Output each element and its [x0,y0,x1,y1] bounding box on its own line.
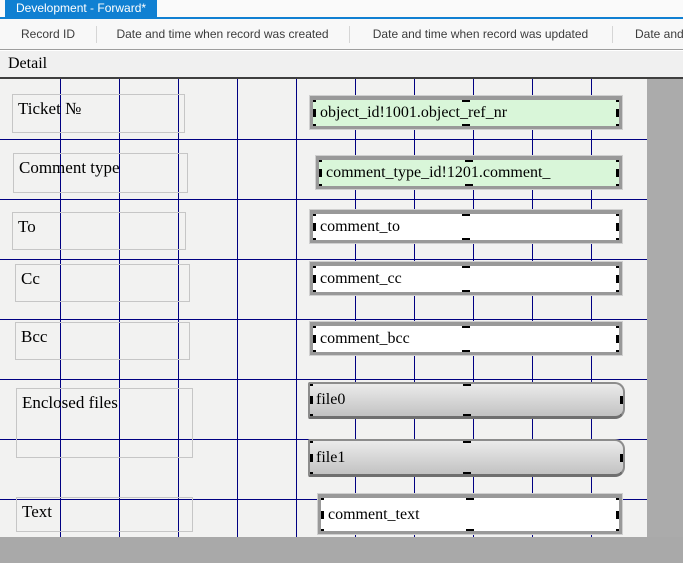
selection-handle[interactable] [463,382,471,386]
field-object-ref-nr[interactable]: object_id!1001.object_ref_nr [310,96,622,129]
grid-line-horizontal [0,139,647,140]
selection-handle[interactable] [308,472,313,477]
grid-line-horizontal [0,379,647,380]
selection-handle[interactable] [310,335,316,343]
grid-line-vertical [296,79,297,537]
tab-development-forward[interactable]: Development - Forward* [5,0,157,17]
grid-line-horizontal [0,259,647,260]
selection-handle[interactable] [466,529,474,534]
grid-line-vertical [119,79,120,537]
selection-handle[interactable] [616,96,622,102]
selection-handle[interactable] [308,396,313,404]
field-comment-text[interactable]: comment_text [318,494,622,534]
column-header-updated[interactable]: Date and time when record was updated [349,19,612,50]
selection-handle[interactable] [620,454,625,462]
selection-handle[interactable] [616,184,622,189]
selection-handle[interactable] [318,529,324,534]
selection-handle[interactable] [310,109,316,117]
selection-handle[interactable] [466,494,474,500]
field-comment-type[interactable]: comment_type_id!1201.comment_ [316,156,622,189]
column-header-row: Record ID Date and time when record was … [0,19,683,50]
band-label[interactable]: Detail [8,55,47,73]
grid-line-horizontal [0,199,647,200]
label-enclosed-files[interactable]: Enclosed files [16,388,193,458]
selection-handle[interactable] [310,275,316,283]
selection-handle[interactable] [308,439,313,443]
selection-handle[interactable] [463,472,471,477]
label-comment-type[interactable]: Comment type [13,153,188,193]
grid-line-vertical [178,79,179,537]
selection-handle[interactable] [462,124,470,129]
selection-handle[interactable] [616,494,622,500]
selection-handle[interactable] [616,335,622,343]
label-cc[interactable]: Cc [15,264,190,302]
selection-handle[interactable] [462,290,470,295]
selection-handle[interactable] [462,96,470,102]
field-comment-to[interactable]: comment_to [310,210,622,243]
label-text[interactable]: Text [16,497,193,532]
grid-line-vertical [60,79,61,537]
grid-line-vertical [237,79,238,537]
selection-handle[interactable] [463,414,471,419]
selection-handle[interactable] [462,350,470,355]
label-bcc[interactable]: Bcc [15,322,190,360]
selection-handle[interactable] [616,275,622,283]
selection-handle[interactable] [308,454,313,462]
column-header-clipped[interactable]: Date and [612,19,683,50]
selection-handle[interactable] [308,414,313,419]
selection-handle[interactable] [310,322,316,328]
selection-handle[interactable] [316,184,322,189]
selection-handle[interactable] [463,439,471,443]
selection-handle[interactable] [310,124,316,129]
selection-handle[interactable] [616,238,622,243]
selection-handle[interactable] [616,290,622,295]
selection-handle[interactable] [616,124,622,129]
selection-handle[interactable] [310,210,316,216]
column-header-created[interactable]: Date and time when record was created [96,19,349,50]
field-comment-bcc[interactable]: comment_bcc [310,322,622,355]
selection-handle[interactable] [616,109,622,117]
detail-band-row: Detail [0,52,683,77]
selection-handle[interactable] [318,494,324,500]
selection-handle[interactable] [616,223,622,231]
selection-handle[interactable] [465,156,473,162]
selection-handle[interactable] [310,223,316,231]
label-to[interactable]: To [12,212,186,250]
selection-handle[interactable] [462,238,470,243]
tab-bar: Development - Forward* [0,0,683,19]
field-file1[interactable]: file1 [308,439,625,477]
canvas-outside-bottom [0,537,683,563]
column-header-record-id[interactable]: Record ID [0,19,96,50]
selection-handle[interactable] [616,322,622,328]
grid-line-horizontal [0,319,647,320]
field-comment-cc[interactable]: comment_cc [310,262,622,295]
selection-handle[interactable] [616,156,622,162]
selection-handle[interactable] [310,290,316,295]
label-ticket-number[interactable]: Ticket № [12,94,185,133]
selection-handle[interactable] [616,169,622,177]
selection-handle[interactable] [316,156,322,162]
selection-handle[interactable] [310,96,316,102]
selection-handle[interactable] [316,169,322,177]
selection-handle[interactable] [616,350,622,355]
field-file0[interactable]: file0 [308,382,625,419]
selection-handle[interactable] [616,210,622,216]
selection-handle[interactable] [465,184,473,189]
selection-handle[interactable] [620,396,625,404]
selection-handle[interactable] [310,262,316,268]
selection-handle[interactable] [310,238,316,243]
selection-handle[interactable] [616,511,622,519]
selection-handle[interactable] [462,210,470,216]
selection-handle[interactable] [616,529,622,534]
selection-handle[interactable] [308,382,313,386]
canvas-outside-right [647,79,683,563]
selection-handle[interactable] [462,262,470,268]
selection-handle[interactable] [310,350,316,355]
selection-handle[interactable] [462,322,470,328]
selection-handle[interactable] [318,511,324,519]
selection-handle[interactable] [616,262,622,268]
